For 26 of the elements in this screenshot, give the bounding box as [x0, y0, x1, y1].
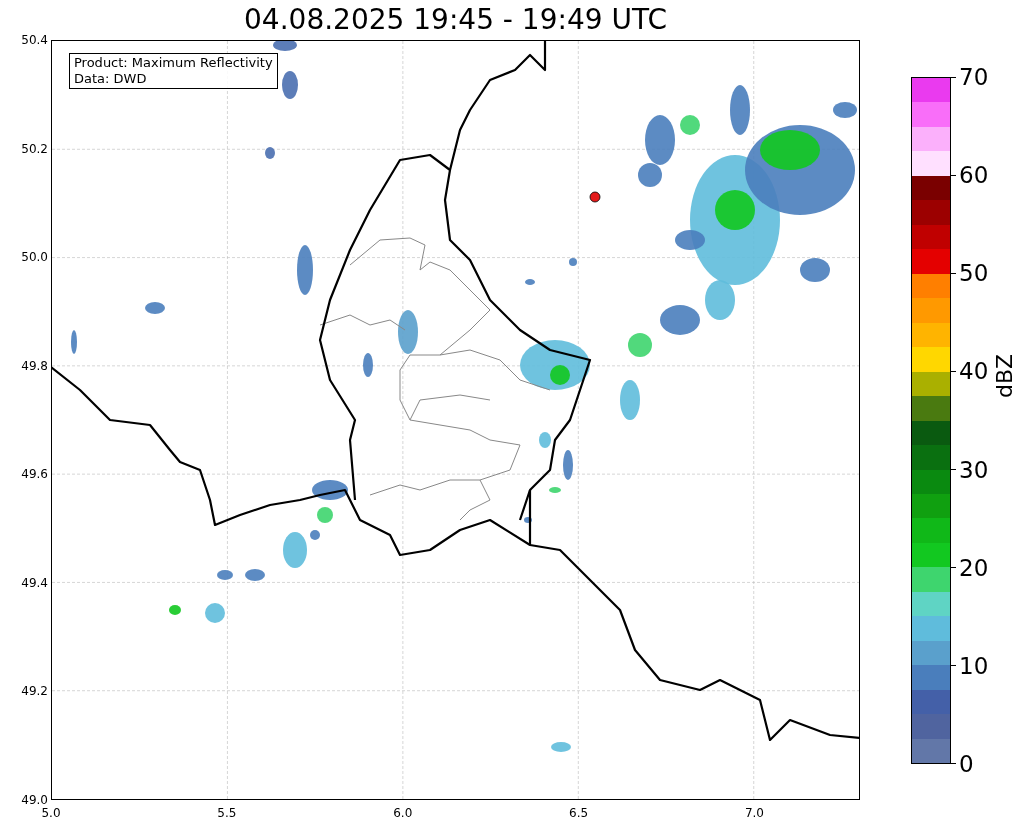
x-tick-label: 5.5	[217, 805, 237, 822]
info-text: Product: Maximum Reflectivity	[74, 55, 273, 71]
x-tick-label: 7.0	[744, 805, 764, 822]
colorbar-tick-label: 30	[959, 455, 989, 484]
colorbar-tick-label: 20	[959, 553, 989, 582]
colorbar-tick-label: 70	[959, 63, 989, 91]
y-tick-label: 50.4	[21, 32, 48, 48]
y-tick-label: 49.4	[21, 574, 48, 591]
colorbar-label: dBZ	[991, 352, 1018, 398]
location-marker	[589, 191, 601, 203]
colorbar-tick-label: 60	[959, 161, 989, 190]
y-tick-label: 49.8	[21, 357, 48, 374]
colorbar-tick-label: 40	[959, 357, 989, 386]
y-tick-label: 49.6	[21, 466, 48, 483]
info-text: Data: DWD	[74, 71, 148, 87]
colorbar-tick-label: 10	[959, 651, 989, 680]
y-tick-label: 50.2	[21, 140, 48, 157]
y-tick-label: 49.2	[21, 683, 48, 700]
plot-title: 04.08.2025 19:45 - 19:49 UTC	[243, 2, 668, 38]
x-tick-label: 6.5	[569, 805, 589, 822]
x-tick-label: 5.0	[41, 805, 61, 822]
y-tick-label: 50.0	[21, 249, 48, 266]
colorbar-tick-label: 0	[959, 750, 974, 778]
x-tick-label: 6.0	[393, 805, 413, 822]
colorbar-tick-label: 50	[959, 259, 989, 288]
y-tick-label: 49.0	[21, 791, 48, 808]
